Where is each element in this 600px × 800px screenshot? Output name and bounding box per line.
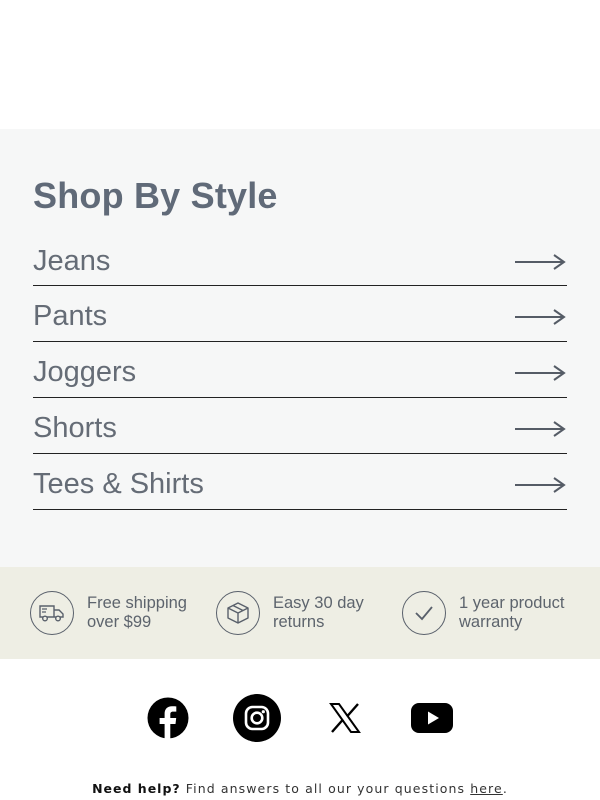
perk-line2: warranty <box>459 613 523 631</box>
perk-line1: Free shipping <box>87 594 187 612</box>
top-blank-area <box>0 0 600 129</box>
perk-text: Free shipping over $99 <box>87 594 187 632</box>
x-icon <box>329 703 361 733</box>
package-box-icon <box>216 591 260 635</box>
youtube-icon <box>411 703 453 733</box>
delivery-truck-icon <box>30 591 74 635</box>
style-list: Jeans Pants Joggers Shorts Tees & Shirts <box>33 232 567 510</box>
social-links <box>0 659 600 777</box>
help-link[interactable]: here <box>470 781 503 796</box>
need-help-label: Need help? <box>92 781 181 796</box>
perks-bar: Free shipping over $99 Easy 30 day retur… <box>0 567 600 659</box>
section-title: Shop By Style <box>33 175 278 216</box>
arrow-right-icon <box>515 476 566 493</box>
style-label: Pants <box>33 300 108 332</box>
help-period: . <box>502 781 508 796</box>
perk-returns: Easy 30 day returns <box>216 591 402 635</box>
facebook-icon <box>147 697 189 739</box>
facebook-link[interactable] <box>147 697 189 739</box>
style-link-jeans[interactable]: Jeans <box>33 232 567 286</box>
style-label: Joggers <box>33 356 137 388</box>
style-link-pants[interactable]: Pants <box>33 286 567 342</box>
style-label: Shorts <box>33 412 117 444</box>
style-link-tees-shirts[interactable]: Tees & Shirts <box>33 454 567 510</box>
arrow-right-icon <box>515 308 566 325</box>
instagram-link[interactable] <box>233 694 281 742</box>
checkmark-icon <box>402 591 446 635</box>
style-link-joggers[interactable]: Joggers <box>33 342 567 398</box>
perk-line2: over $99 <box>87 613 152 631</box>
perk-warranty: 1 year product warranty <box>402 591 564 635</box>
perk-line2: returns <box>273 613 325 631</box>
instagram-icon <box>233 694 281 742</box>
style-link-shorts[interactable]: Shorts <box>33 398 567 454</box>
youtube-link[interactable] <box>411 703 453 733</box>
perk-text: 1 year product warranty <box>459 594 564 632</box>
help-text: Find answers to all our your questions <box>185 781 466 796</box>
arrow-right-icon <box>515 364 566 381</box>
perk-line1: 1 year product <box>459 594 565 612</box>
style-label: Tees & Shirts <box>33 468 204 500</box>
perk-text: Easy 30 day returns <box>273 594 364 632</box>
perk-line1: Easy 30 day <box>273 594 364 612</box>
style-label: Jeans <box>33 245 111 277</box>
shop-by-style-section: Shop By Style Jeans Pants Joggers Shorts… <box>0 129 600 567</box>
arrow-right-icon <box>515 253 566 270</box>
perk-free-shipping: Free shipping over $99 <box>30 591 216 635</box>
x-link[interactable] <box>329 702 361 734</box>
arrow-right-icon <box>515 420 566 437</box>
footer-help: Need help? Find answers to all our your … <box>0 781 600 796</box>
